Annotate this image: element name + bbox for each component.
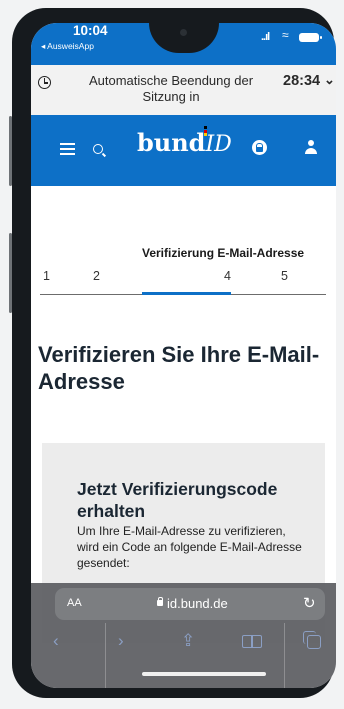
- safari-toolbar: AA id.bund.de ↻ ‹ › ⇪: [31, 583, 336, 688]
- phone-frame: 10:04 ◂ AusweisApp ..ıl ≈ Automatische B…: [9, 8, 336, 698]
- secure-lock-icon: [157, 597, 163, 606]
- progress-stepper: 1 2 Verifizierung E-Mail-Adresse 4 5: [31, 186, 336, 306]
- reader-settings-button[interactable]: AA: [67, 597, 82, 609]
- chevron-down-icon[interactable]: ⌄: [324, 72, 335, 88]
- session-timer: 28:34: [283, 73, 321, 89]
- back-icon[interactable]: ‹: [53, 631, 59, 651]
- screen: 10:04 ◂ AusweisApp ..ıl ≈ Automatische B…: [31, 23, 336, 688]
- step-active-label: Verifizierung E-Mail-Adresse: [142, 246, 305, 260]
- logo-text-bund: bund: [137, 128, 206, 157]
- step-4: 4: [224, 269, 231, 283]
- menu-icon[interactable]: [60, 143, 75, 155]
- lock-icon: [252, 140, 267, 155]
- logo-text-id: ID: [205, 132, 232, 157]
- session-timeout-label: Automatische Beendung der Sitzung in: [88, 73, 254, 104]
- camera-notch: [149, 23, 219, 53]
- divider: [105, 623, 106, 688]
- bundid-logo[interactable]: bundID: [137, 128, 232, 157]
- home-indicator[interactable]: [142, 672, 266, 676]
- camera-icon: [180, 29, 187, 36]
- reload-icon[interactable]: ↻: [303, 594, 316, 612]
- card-description: Um Ihre E-Mail-Adresse zu verifizieren, …: [77, 524, 302, 570]
- side-button-top: [9, 116, 12, 186]
- step-5: 5: [281, 269, 288, 283]
- user-icon[interactable]: [304, 140, 318, 155]
- side-button-bottom: [9, 233, 12, 313]
- forward-icon[interactable]: ›: [118, 631, 124, 651]
- stepper-active-indicator: [142, 292, 231, 295]
- status-time: 10:04: [73, 23, 108, 38]
- step-1: 1: [43, 269, 50, 283]
- search-icon[interactable]: [93, 144, 103, 154]
- address-bar[interactable]: AA id.bund.de ↻: [55, 588, 325, 620]
- clock-icon: [38, 76, 51, 89]
- tabs-icon[interactable]: [303, 631, 321, 649]
- step-2: 2: [93, 269, 100, 283]
- share-icon[interactable]: ⇪: [181, 631, 195, 651]
- url-text[interactable]: id.bund.de: [167, 596, 228, 611]
- logo-flag-dots: [204, 126, 207, 136]
- page-title: Verifizieren Sie Ihre E-Mail-Adresse: [38, 342, 320, 394]
- wifi-icon: ≈: [282, 28, 289, 42]
- session-timeout-bar: Automatische Beendung der Sitzung in 28:…: [31, 65, 336, 115]
- status-bar: 10:04 ◂ AusweisApp ..ıl ≈: [31, 23, 336, 65]
- battery-icon: [299, 33, 322, 42]
- signal-icon: ..ıl: [261, 31, 270, 43]
- site-header: bundID: [31, 115, 336, 186]
- back-to-app-link[interactable]: ◂ AusweisApp: [41, 41, 94, 52]
- divider: [284, 623, 285, 688]
- card-title: Jetzt Verifizierungscode erhalten: [77, 479, 278, 521]
- bookmarks-icon[interactable]: [242, 635, 262, 648]
